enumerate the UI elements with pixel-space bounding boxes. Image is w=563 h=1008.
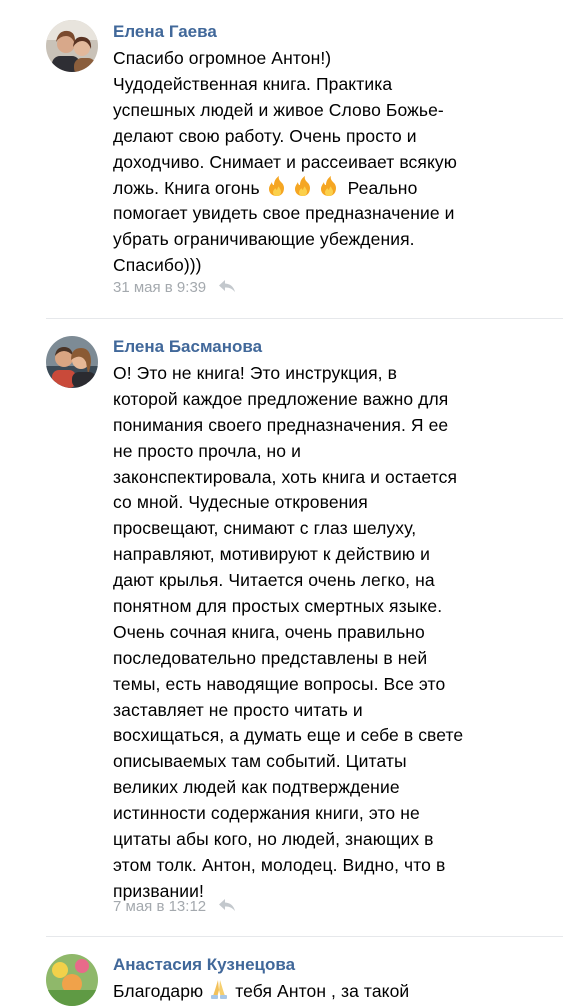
comment-line: Очень сочная книга, очень правильно: [113, 621, 425, 642]
comment-line: О! Это не книга! Это инструкция, в: [113, 363, 397, 383]
comment-text: Благодарю тебя Антон , за такой: [113, 978, 533, 1004]
comment-meta: 31 мая в 9:39: [113, 279, 236, 297]
comment-line: восхищаться, а думать еще и себе в свете: [113, 725, 464, 746]
comment-divider: [46, 936, 563, 937]
comment-line: Спасибо))): [113, 255, 202, 276]
comment-line: великих людей как подтверждение: [113, 777, 400, 798]
comment-line: успешных людей и живое Слово Божье-: [113, 99, 444, 120]
comment-line: последовательно представлены в ней: [113, 647, 428, 668]
comment-text: Спасибо огромное Антон!) Чудодейственная…: [113, 46, 533, 279]
comment-line: понимания своего предназначения. Я ее: [113, 414, 449, 435]
comment-line-text: ложь. Книга огонь: [113, 178, 260, 199]
comment-divider: [46, 318, 563, 319]
comment-line: доходчиво. Снимает и рассеивает всякую: [113, 151, 458, 172]
avatar[interactable]: [46, 954, 98, 1006]
comment-line-text: Благодарю: [113, 981, 204, 1001]
comment-line: дают крылья. Читается очень легко, на: [113, 570, 435, 591]
comment-meta: 7 мая в 13:12: [113, 898, 236, 916]
comment-line: направляют, мотивируют к действию и: [113, 544, 430, 565]
comment-line: не просто прочла, но и: [113, 440, 301, 461]
comment-line: темы, есть наводящие вопросы. Все это: [113, 673, 446, 694]
avatar-photo-icon: [46, 20, 98, 72]
comment-line: убрать ограничивающие убеждения.: [113, 229, 415, 250]
comment-line: понятном для простых смертных языке.: [113, 596, 443, 617]
comment-timestamp[interactable]: 31 мая в 9:39: [113, 279, 206, 296]
comment-line: помогает увидеть свое предназначение и: [113, 203, 455, 224]
comment-author[interactable]: Анастасия Кузнецова: [113, 955, 295, 975]
comment-line: делают свою работу. Очень просто и: [113, 125, 417, 146]
comment-text: О! Это не книга! Это инструкция, в котор…: [113, 361, 533, 905]
reply-arrow-icon[interactable]: [218, 898, 236, 916]
comment-author[interactable]: Елена Гаева: [113, 22, 217, 42]
avatar-photo-icon: [46, 954, 98, 1006]
avatar[interactable]: [46, 336, 98, 388]
comment-timestamp[interactable]: 7 мая в 13:12: [113, 898, 206, 915]
avatar-photo-icon: [46, 336, 98, 388]
comment-line-with-emoji: ложь. Книга огонь Реально: [113, 175, 533, 201]
comment-line: которой каждое предложение важно для: [113, 388, 449, 409]
comment-line-text: Реально: [342, 178, 418, 199]
comment-line: истинности содержания книги, это не: [113, 803, 420, 824]
comment-line: со мной. Чудесные откровения: [113, 492, 368, 513]
comment-line: заставляет не просто читать и: [113, 699, 363, 720]
reply-arrow-icon[interactable]: [218, 279, 236, 297]
comment-line: законспектировала, хоть книга и остается: [113, 466, 458, 487]
comment-author[interactable]: Елена Басманова: [113, 337, 262, 357]
comment-line: этом толк. Антон, молодец. Видно, что в: [113, 854, 446, 875]
comment-line: Спасибо огромное Антон!): [113, 48, 332, 68]
comment-line-text: тебя Антон , за такой: [230, 981, 410, 1001]
comment-line: Чудодейственная книга. Практика: [113, 73, 393, 94]
comment-line-with-emoji: Благодарю тебя Антон , за такой: [113, 978, 533, 1004]
comment-line: цитаты абы кого, но людей, знающих в: [113, 829, 434, 850]
avatar[interactable]: [46, 20, 98, 72]
pray-emoji-icon: [208, 978, 230, 1008]
comment-line: описываемых там событий. Цитаты: [113, 751, 407, 772]
comment-line: просвещают, снимают с глаз шелуху,: [113, 518, 417, 539]
